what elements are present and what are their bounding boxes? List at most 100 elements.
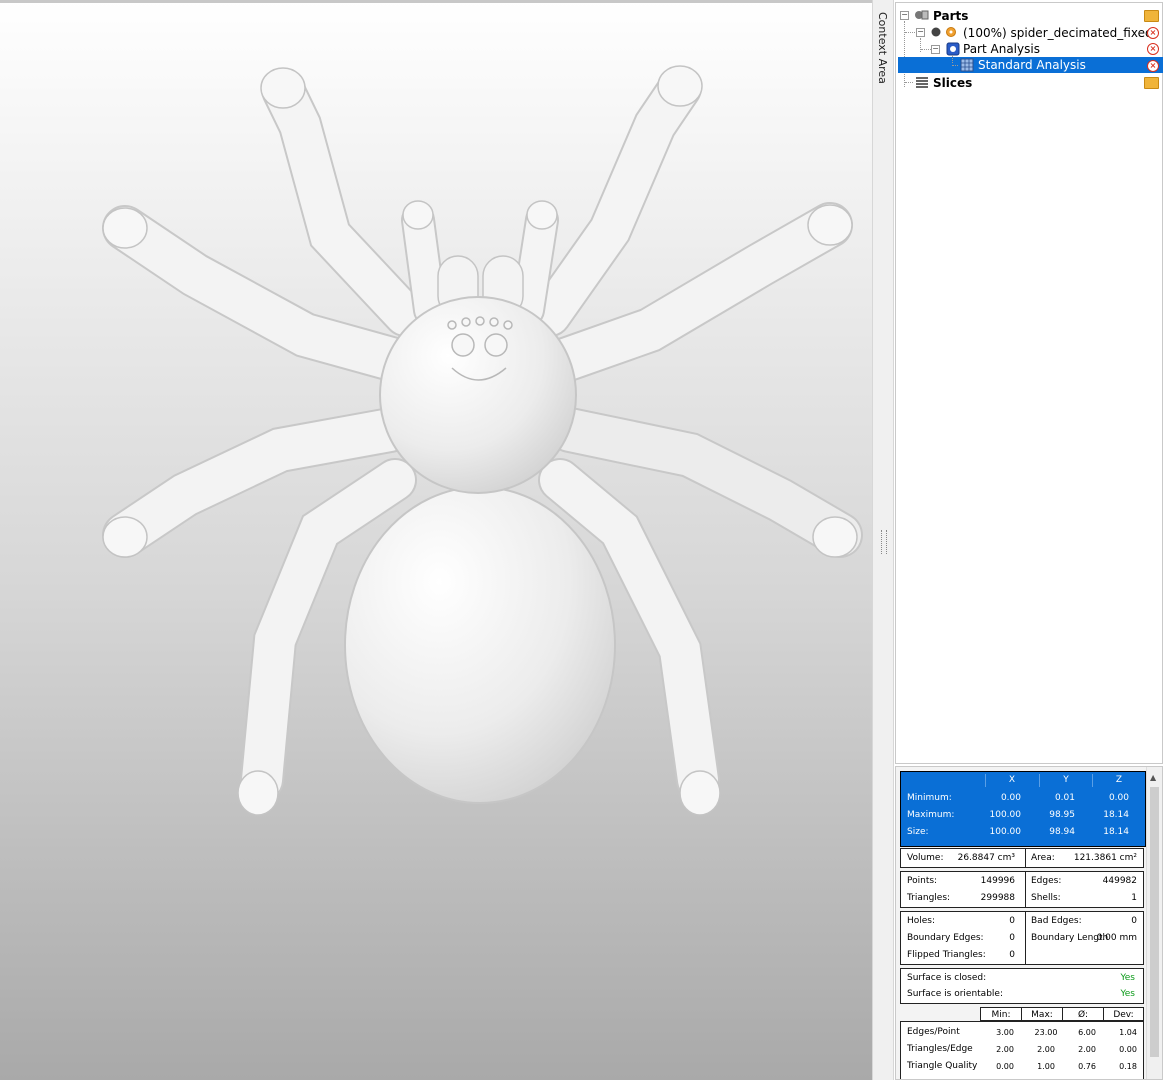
edges-label: Edges: <box>1031 876 1062 886</box>
bbox-max-label: Maximum: <box>907 810 955 820</box>
delete-icon[interactable]: × <box>1147 27 1159 39</box>
spider-abdomen <box>344 486 616 804</box>
parts-icon <box>915 10 929 20</box>
triangles-per-edge-avg: 2.00 <box>1078 1045 1096 1054</box>
tree-line <box>921 49 931 50</box>
tree-node-spider-part[interactable]: (100%) spider_decimated_fixed <box>963 25 1153 41</box>
bbox-size-z: 18.14 <box>1103 827 1129 837</box>
leg-front-left <box>261 68 427 337</box>
tree-line <box>905 32 915 33</box>
parts-tree[interactable]: − Parts − (100%) spider_decimated_fixed … <box>895 2 1163 764</box>
quality-box: Edges/Point 3.00 23.00 6.00 1.04 Triangl… <box>900 1021 1144 1079</box>
bbox-size-x: 100.00 <box>989 827 1022 837</box>
folder-icon[interactable] <box>1144 77 1159 89</box>
points-value: 149996 <box>980 876 1015 886</box>
bbox-max-z: 18.14 <box>1103 810 1129 820</box>
surface-closed-value: Yes <box>1120 973 1135 983</box>
surface-orientable-label: Surface is orientable: <box>907 989 1003 999</box>
part-visibility-icon[interactable] <box>931 26 957 38</box>
header-y: Y <box>1039 774 1092 787</box>
edges-per-point-min: 3.00 <box>996 1028 1014 1037</box>
triangles-label: Triangles: <box>907 893 951 903</box>
edges-per-point-label: Edges/Point <box>907 1027 960 1037</box>
leg-front-right <box>528 66 702 337</box>
bad-edges-label: Bad Edges: <box>1031 916 1082 926</box>
tree-node-standard-analysis: Standard Analysis <box>978 58 1086 72</box>
header-z: Z <box>1092 774 1145 787</box>
surface-box: Surface is closed: Yes Surface is orient… <box>900 968 1144 1004</box>
mesh-counts-box: Points: 149996 Triangles: 299988 Edges: … <box>900 871 1144 908</box>
triangle-quality-avg: 0.76 <box>1078 1062 1096 1071</box>
folder-icon[interactable] <box>1144 10 1159 22</box>
tree-line <box>904 21 905 87</box>
triangles-per-edge-max: 2.00 <box>1037 1045 1055 1054</box>
triangles-value: 299988 <box>980 893 1015 903</box>
flipped-triangles-value: 0 <box>1009 950 1015 960</box>
bounding-box-table: X Y Z Minimum: 0.00 0.01 0.00 Maximum: 1… <box>900 771 1146 847</box>
bbox-max-x: 100.00 <box>989 810 1022 820</box>
area-value: 121.3861 cm² <box>1073 853 1137 863</box>
splitter-grip[interactable] <box>881 530 887 554</box>
surface-orientable-value: Yes <box>1120 989 1135 999</box>
divider <box>1025 872 1026 907</box>
3d-viewport[interactable] <box>0 0 872 1080</box>
edges-per-point-dev: 1.04 <box>1119 1028 1137 1037</box>
stats-scrollbar[interactable]: ▲ <box>1146 767 1162 1079</box>
context-area-tab[interactable]: Context Area <box>872 0 894 1080</box>
surface-closed-label: Surface is closed: <box>907 973 987 983</box>
analysis-statistics-panel: ▲ X Y Z Minimum: 0.00 0.01 0.00 Maximum:… <box>895 766 1163 1080</box>
part-analysis-icon <box>946 42 960 56</box>
edges-per-point-max: 23.00 <box>1034 1028 1058 1037</box>
triangle-quality-dev: 0.18 <box>1119 1062 1137 1071</box>
bbox-max-y: 98.95 <box>1049 810 1075 820</box>
volume-value: 26.8847 cm³ <box>957 853 1015 863</box>
shells-label: Shells: <box>1031 893 1061 903</box>
boundary-edges-value: 0 <box>1009 933 1015 943</box>
tree-line <box>952 65 958 66</box>
collapse-parts-toggle[interactable]: − <box>900 11 909 20</box>
points-label: Points: <box>907 876 938 886</box>
collapse-analysis-toggle[interactable]: − <box>931 45 940 54</box>
spider-model[interactable] <box>0 0 872 1080</box>
triangles-per-edge-label: Triangles/Edge <box>907 1044 973 1054</box>
bbox-size-label: Size: <box>907 827 929 837</box>
triangle-quality-min: 0.00 <box>996 1062 1014 1071</box>
context-area-label: Context Area <box>876 12 889 84</box>
bbox-size-y: 98.94 <box>1049 827 1075 837</box>
triangle-quality-label: Triangle Quality <box>907 1061 978 1071</box>
tree-line <box>952 55 953 63</box>
bbox-min-x: 0.00 <box>1000 793 1021 803</box>
standard-analysis-icon <box>960 58 974 72</box>
tree-node-part-analysis[interactable]: Part Analysis <box>963 41 1040 57</box>
volume-box: Volume: 26.8847 cm³ Area: 121.3861 cm² <box>900 848 1144 868</box>
bbox-min-y: 0.01 <box>1054 793 1075 803</box>
delete-icon[interactable]: × <box>1147 43 1159 55</box>
triangle-quality-max: 1.00 <box>1037 1062 1055 1071</box>
boundary-length-value: 0.00 mm <box>1096 933 1137 943</box>
boundary-edges-label: Boundary Edges: <box>907 933 984 943</box>
triangles-per-edge-dev: 0.00 <box>1119 1045 1137 1054</box>
tree-node-parts[interactable]: Parts <box>933 8 968 24</box>
edges-per-point-avg: 6.00 <box>1078 1028 1096 1037</box>
holes-value: 0 <box>1009 916 1015 926</box>
scroll-thumb[interactable] <box>1150 787 1159 1057</box>
quality-header-max: Max: <box>1021 1007 1062 1021</box>
tree-node-standard-analysis-row[interactable]: Standard Analysis <box>898 57 1163 73</box>
quality-header-dev: Dev: <box>1103 1007 1144 1021</box>
bbox-min-label: Minimum: <box>907 793 952 803</box>
collapse-part-toggle[interactable]: − <box>916 28 925 37</box>
delete-icon[interactable]: × <box>1147 60 1159 72</box>
tree-line <box>905 82 913 83</box>
tree-node-slices[interactable]: Slices <box>933 75 972 91</box>
spider-head <box>379 296 577 494</box>
divider <box>1025 849 1026 867</box>
holes-label: Holes: <box>907 916 936 926</box>
area-label: Area: <box>1031 853 1055 863</box>
scroll-up-icon[interactable]: ▲ <box>1150 773 1156 782</box>
quality-header-min: Min: <box>980 1007 1021 1021</box>
triangles-per-edge-min: 2.00 <box>996 1045 1014 1054</box>
flipped-triangles-label: Flipped Triangles: <box>907 950 986 960</box>
divider <box>1025 912 1026 964</box>
shells-value: 1 <box>1131 893 1137 903</box>
header-x: X <box>985 774 1038 787</box>
